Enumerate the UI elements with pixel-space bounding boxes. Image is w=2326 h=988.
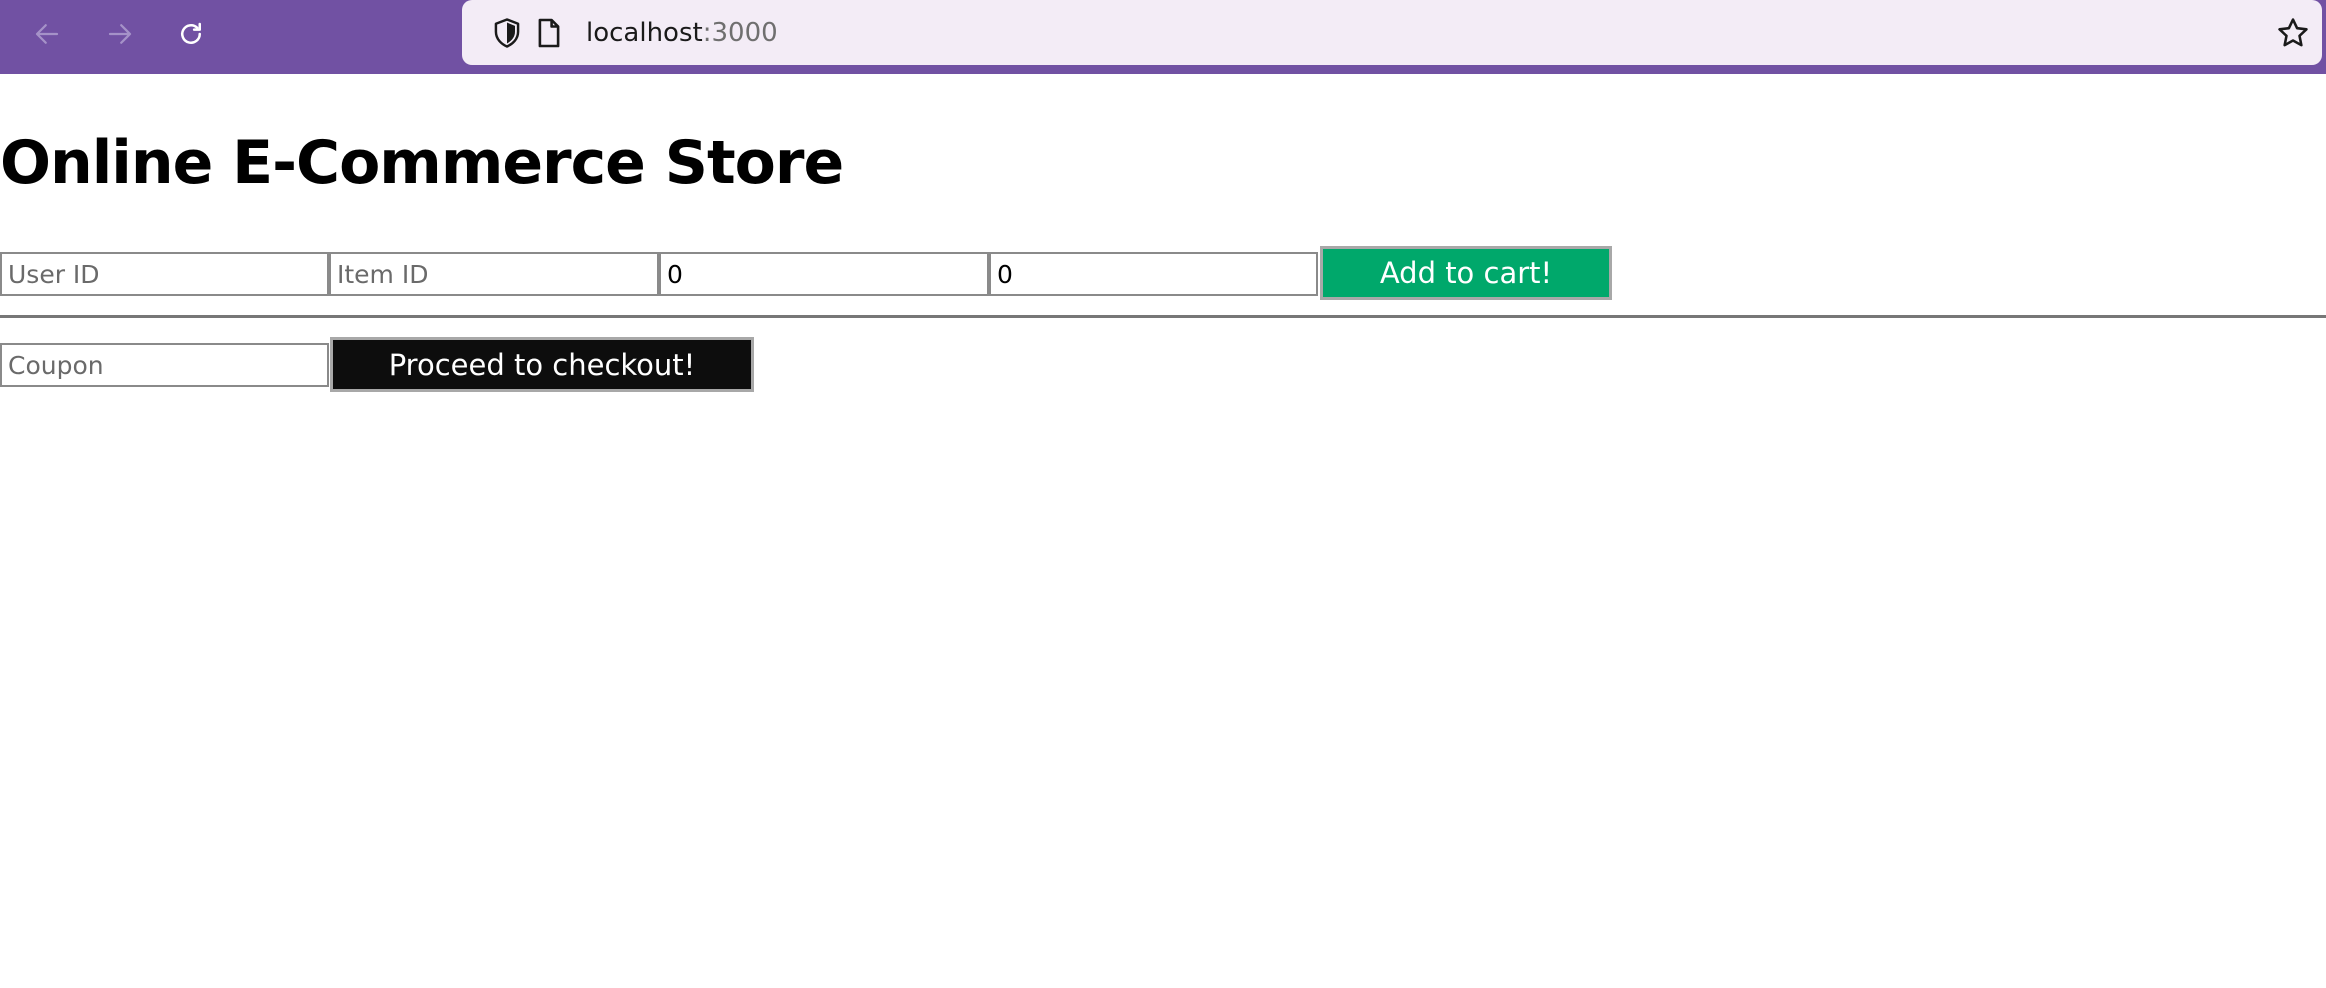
add-to-cart-button[interactable]: Add to cart! [1320,246,1612,300]
price-input[interactable] [989,252,1318,296]
page-icon[interactable] [536,17,562,53]
url-host: localhost [586,18,703,48]
quantity-input[interactable] [659,252,989,296]
reload-button[interactable] [171,14,211,54]
coupon-input[interactable] [0,343,329,387]
arrow-left-icon [35,24,59,44]
reload-icon [181,22,201,44]
back-button[interactable] [27,14,67,54]
arrow-right-icon [108,24,132,44]
star-icon[interactable] [2276,16,2310,54]
forward-button[interactable] [100,14,140,54]
url-text[interactable]: localhost:3000 [586,17,778,49]
horizontal-divider [0,315,2326,318]
browser-toolbar: localhost:3000 [0,0,2326,74]
shield-icon[interactable] [492,17,522,53]
page-title: Online E-Commerce Store [0,128,844,198]
checkout-button[interactable]: Proceed to checkout! [330,337,754,392]
address-bar[interactable]: localhost:3000 [462,0,2322,65]
user-id-input[interactable] [0,252,329,296]
url-port: :3000 [702,18,778,48]
item-id-input[interactable] [329,252,659,296]
